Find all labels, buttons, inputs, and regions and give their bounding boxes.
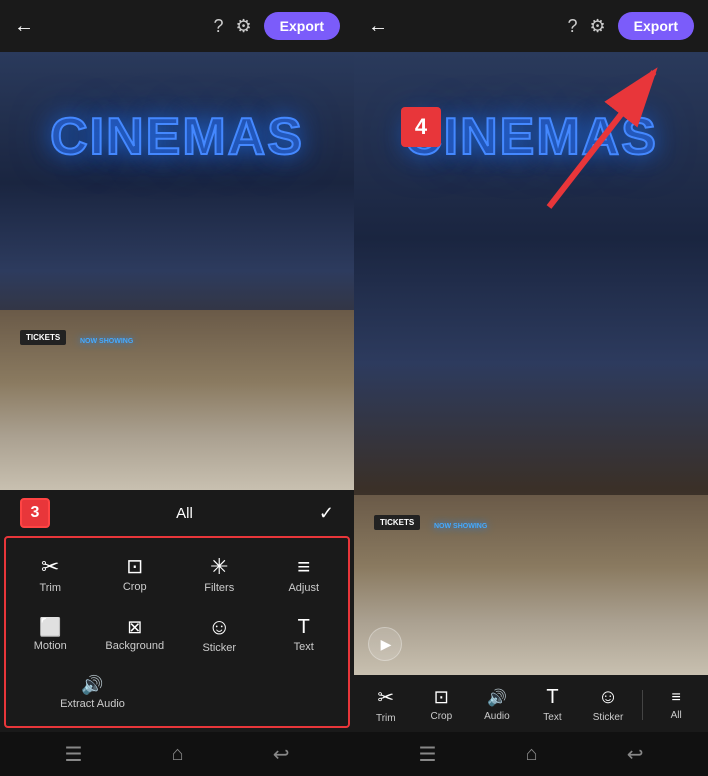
tool-adjust[interactable]: ≡ Adjust [264,546,345,602]
play-icon: ▶ [381,636,392,653]
right-sticker-icon: ☺ [598,686,618,709]
right-cinema-text: CINEMAS [404,107,658,167]
left-video-preview: CINEMAS CINEMAS TICKETS NOW SHOWING [0,52,354,490]
background-icon: ⊠ [127,618,142,636]
right-all-label: All [671,710,682,721]
extract-audio-label: Extract Audio [60,698,125,710]
left-settings-button[interactable]: ⚙ [236,16,252,37]
right-header-right: ? ⚙ Export [568,12,695,40]
left-nav-back-icon[interactable]: ↩ [273,742,290,767]
right-back-button[interactable]: ← [368,15,388,38]
right-export-button[interactable]: Export [618,12,694,40]
tool-filters[interactable]: ✳ Filters [179,546,260,602]
right-trim-icon: ✂ [377,685,394,710]
tool-sticker[interactable]: ☺ Sticker [179,606,260,662]
right-tools-row: ✂ Trim ⊡ Crop 🔊 Audio T Text ☺ Sticker ≡ [358,681,704,728]
right-now-showing-sign: NOW SHOWING [434,523,487,530]
right-panel: ← ? ⚙ Export CINEMAS CINEMAS TICKETS NOW… [354,0,708,776]
tools-grid: ✂ Trim ⊡ Crop ✳ Filters ≡ Adjust ⬜ [10,546,344,718]
right-trim-label: Trim [376,713,396,724]
right-tool-text[interactable]: T Text [530,686,574,723]
left-back-button[interactable]: ← [14,15,34,38]
all-header: 3 All ✓ [0,490,354,536]
left-bottom-nav: ☰ ⌂ ↩ [0,732,354,776]
now-showing-sign: NOW SHOWING [80,338,133,345]
tools-container: ✂ Trim ⊡ Crop ✳ Filters ≡ Adjust ⬜ [4,536,350,728]
left-nav-home-icon[interactable]: ⌂ [172,743,184,766]
adjust-icon: ≡ [297,556,310,578]
all-label: All [176,505,193,522]
filters-icon: ✳ [210,556,228,578]
cinema-text: CINEMAS [50,107,304,167]
right-settings-button[interactable]: ⚙ [590,16,606,37]
step-badge-3: 3 [20,498,50,528]
tickets-sign: TICKETS [20,330,66,345]
right-play-button[interactable]: ▶ [368,627,402,661]
tool-crop[interactable]: ⊡ Crop [95,546,176,602]
right-toolbar: ✂ Trim ⊡ Crop 🔊 Audio T Text ☺ Sticker ≡ [354,675,708,732]
right-tool-all[interactable]: ≡ All [654,689,698,721]
right-audio-icon: 🔊 [487,688,507,708]
left-header: ← ? ⚙ Export [0,0,354,52]
check-icon[interactable]: ✓ [319,503,334,524]
tool-text[interactable]: T Text [264,606,345,662]
left-header-right: ? ⚙ Export [214,12,341,40]
right-nav-menu-icon[interactable]: ☰ [419,742,437,767]
step-badge-4: 4 [401,107,441,147]
tool-background[interactable]: ⊠ Background [95,606,176,662]
background-label: Background [105,640,164,652]
right-tool-crop[interactable]: ⊡ Crop [419,687,463,722]
right-toolbar-separator [642,690,643,720]
right-nav-home-icon[interactable]: ⌂ [526,743,538,766]
adjust-label: Adjust [288,582,319,594]
text-label: Text [294,641,314,653]
sticker-label: Sticker [202,642,236,654]
left-header-left: ← [14,15,34,38]
right-crop-icon: ⊡ [434,687,449,708]
right-text-icon: T [546,686,558,709]
trim-label: Trim [39,582,61,594]
right-crop-label: Crop [431,711,453,722]
right-tickets-sign: TICKETS [374,515,420,530]
right-header: ← ? ⚙ Export [354,0,708,52]
filters-label: Filters [204,582,234,594]
right-tool-sticker[interactable]: ☺ Sticker [586,686,630,723]
right-text-label: Text [543,712,561,723]
right-all-icon: ≡ [671,689,680,707]
left-help-button[interactable]: ? [214,16,224,37]
right-header-left: ← [368,15,388,38]
right-tool-trim[interactable]: ✂ Trim [364,685,408,724]
crop-icon: ⊡ [126,557,143,577]
right-nav-back-icon[interactable]: ↩ [627,742,644,767]
right-audio-label: Audio [484,711,510,722]
left-toolbar-area: 3 All ✓ ✂ Trim ⊡ Crop ✳ Filters [0,490,354,732]
motion-label: Motion [34,640,67,652]
trim-icon: ✂ [41,556,59,578]
tool-extract-audio[interactable]: 🔊 Extract Audio [10,666,175,718]
extract-audio-icon: 🔊 [81,676,103,694]
tool-motion[interactable]: ⬜ Motion [10,606,91,662]
right-video-preview: CINEMAS CINEMAS TICKETS NOW SHOWING 4 ▶ [354,52,708,675]
tool-trim[interactable]: ✂ Trim [10,546,91,602]
sticker-icon: ☺ [208,616,230,638]
right-bottom-nav: ☰ ⌂ ↩ [354,732,708,776]
right-help-button[interactable]: ? [568,16,578,37]
right-tool-audio[interactable]: 🔊 Audio [475,688,519,722]
left-nav-menu-icon[interactable]: ☰ [65,742,83,767]
crop-label: Crop [123,581,147,593]
right-sticker-label: Sticker [593,712,624,723]
left-panel: ← ? ⚙ Export CINEMAS CINEMAS TICKETS NOW… [0,0,354,776]
text-icon: T [298,617,310,637]
left-export-button[interactable]: Export [264,12,340,40]
motion-icon: ⬜ [39,618,61,636]
